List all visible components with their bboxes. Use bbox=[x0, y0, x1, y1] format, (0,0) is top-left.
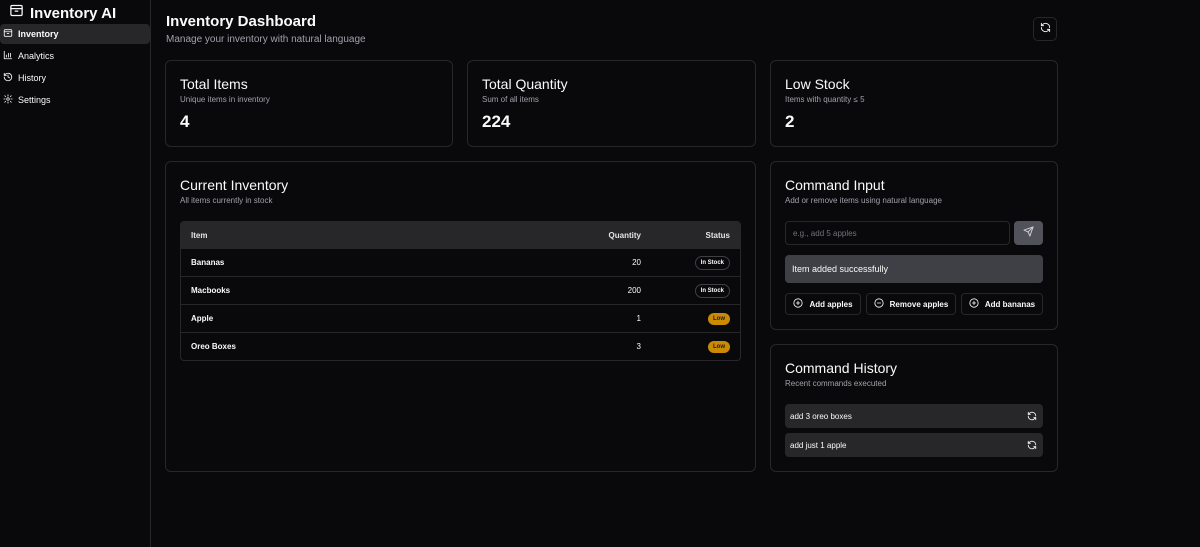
command-history-card: Command History Recent commands executed… bbox=[770, 344, 1058, 472]
stat-card-low-stock: Low Stock Items with quantity ≤ 5 2 bbox=[770, 60, 1058, 147]
stat-title: Total Quantity bbox=[482, 76, 568, 92]
remove-apples-button[interactable]: Remove apples bbox=[866, 293, 956, 315]
inventory-subtitle: All items currently in stock bbox=[180, 196, 273, 205]
history-item: add 3 oreo boxes bbox=[785, 404, 1043, 428]
cell-quantity: 200 bbox=[627, 286, 641, 295]
cell-item: Macbooks bbox=[191, 286, 231, 295]
cell-item: Oreo Boxes bbox=[191, 342, 236, 351]
command-subtitle: Add or remove items using natural langua… bbox=[785, 196, 942, 205]
stat-subtitle: Items with quantity ≤ 5 bbox=[785, 95, 865, 104]
send-icon bbox=[1023, 224, 1034, 242]
command-title: Command Input bbox=[785, 177, 885, 193]
sidebar-item-label: Inventory bbox=[18, 29, 59, 39]
app-title: Inventory AI bbox=[30, 4, 117, 22]
history-item-text: add 3 oreo boxes bbox=[790, 411, 852, 421]
table-row: Apple 1 Low bbox=[181, 304, 740, 332]
package-icon bbox=[9, 3, 24, 23]
sidebar-item-inventory[interactable]: Inventory bbox=[0, 24, 150, 44]
inventory-card: Current Inventory All items currently in… bbox=[165, 161, 756, 472]
sidebar-item-history[interactable]: History bbox=[0, 68, 150, 88]
table-header: Item Quantity Status bbox=[181, 222, 740, 248]
history-item: add just 1 apple bbox=[785, 433, 1043, 457]
stat-title: Low Stock bbox=[785, 76, 850, 92]
inventory-title: Current Inventory bbox=[180, 177, 289, 193]
history-title: Command History bbox=[785, 360, 898, 376]
send-button[interactable] bbox=[1014, 221, 1043, 245]
sidebar-item-label: History bbox=[18, 73, 47, 83]
stat-subtitle: Sum of all items bbox=[482, 95, 539, 104]
button-label: Remove apples bbox=[889, 299, 949, 309]
bar-chart-icon bbox=[3, 50, 13, 62]
column-header-quantity: Quantity bbox=[608, 230, 641, 240]
page-subtitle: Manage your inventory with natural langu… bbox=[166, 34, 366, 45]
add-bananas-button[interactable]: Add bananas bbox=[961, 293, 1043, 315]
inventory-table: Item Quantity Status Bananas 20 In Stock… bbox=[180, 221, 741, 361]
column-header-status: Status bbox=[705, 230, 730, 240]
button-label: Add apples bbox=[809, 299, 853, 309]
plus-circle-icon bbox=[793, 298, 804, 310]
plus-circle-icon bbox=[969, 298, 979, 310]
button-label: Add bananas bbox=[984, 299, 1036, 309]
stat-title: Total Items bbox=[180, 76, 248, 92]
command-input[interactable] bbox=[785, 221, 1010, 245]
sidebar: Inventory AI Inventory Analytics History… bbox=[0, 0, 151, 547]
history-icon bbox=[3, 72, 13, 84]
stat-card-total-quantity: Total Quantity Sum of all items 224 bbox=[467, 60, 756, 147]
page-title: Inventory Dashboard bbox=[166, 13, 317, 30]
history-subtitle: Recent commands executed bbox=[785, 379, 887, 388]
sidebar-nav: Inventory Analytics History Settings bbox=[0, 24, 151, 112]
column-header-item: Item bbox=[191, 230, 208, 240]
sidebar-item-label: Analytics bbox=[18, 51, 55, 61]
refresh-icon[interactable] bbox=[1027, 440, 1037, 450]
status-badge: In Stock bbox=[694, 283, 730, 298]
sidebar-item-settings[interactable]: Settings bbox=[0, 90, 150, 110]
cell-quantity: 20 bbox=[632, 258, 641, 267]
gear-icon bbox=[3, 94, 13, 106]
history-item-text: add just 1 apple bbox=[790, 440, 847, 450]
stat-value: 224 bbox=[482, 112, 511, 131]
stat-value: 2 bbox=[785, 112, 795, 131]
brand: Inventory AI bbox=[9, 3, 116, 23]
command-input-card: Command Input Add or remove items using … bbox=[770, 161, 1058, 330]
minus-circle-icon bbox=[874, 298, 884, 310]
sidebar-item-label: Settings bbox=[18, 95, 51, 105]
status-badge: Low bbox=[708, 312, 730, 325]
stat-card-total-items: Total Items Unique items in inventory 4 bbox=[165, 60, 453, 147]
package-icon bbox=[3, 28, 13, 40]
add-apples-button[interactable]: Add apples bbox=[785, 293, 861, 315]
cell-item: Bananas bbox=[191, 258, 225, 267]
status-message: Item added successfully bbox=[785, 255, 1043, 283]
stat-subtitle: Unique items in inventory bbox=[180, 95, 270, 104]
sidebar-item-analytics[interactable]: Analytics bbox=[0, 46, 150, 66]
cell-quantity: 3 bbox=[636, 342, 641, 351]
stat-value: 4 bbox=[180, 112, 190, 131]
refresh-button[interactable] bbox=[1033, 17, 1057, 41]
refresh-icon bbox=[1040, 20, 1051, 38]
status-badge: Low bbox=[708, 340, 730, 353]
refresh-icon[interactable] bbox=[1027, 411, 1037, 421]
cell-quantity: 1 bbox=[636, 314, 641, 323]
status-badge: In Stock bbox=[694, 255, 730, 270]
cell-item: Apple bbox=[191, 314, 214, 323]
table-row: Oreo Boxes 3 Low bbox=[181, 332, 740, 360]
table-row: Bananas 20 In Stock bbox=[181, 248, 740, 276]
table-row: Macbooks 200 In Stock bbox=[181, 276, 740, 304]
